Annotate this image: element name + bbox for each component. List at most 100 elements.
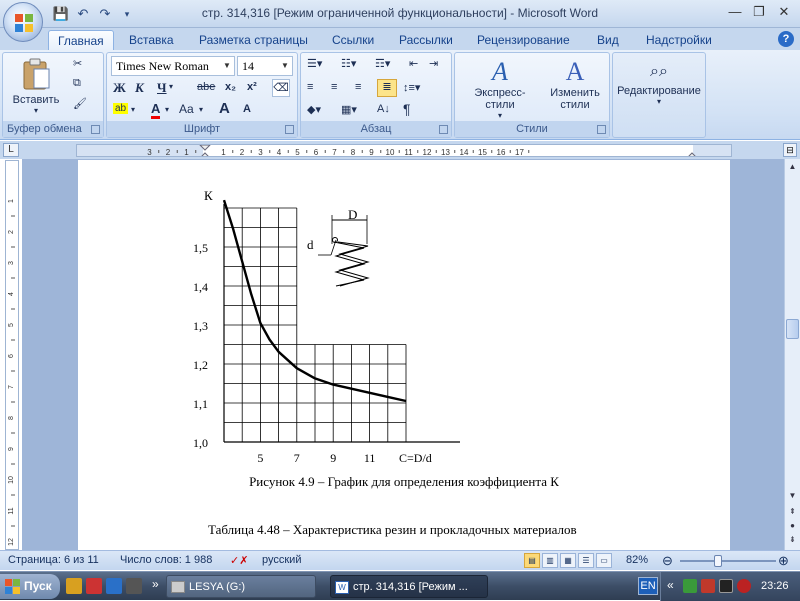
zoom-level[interactable]: 82%: [626, 554, 648, 566]
tray-app-icon[interactable]: [719, 579, 733, 593]
bold-button[interactable]: Ж: [113, 80, 126, 96]
tab-view[interactable]: Вид: [588, 30, 628, 50]
align-left-icon[interactable]: ≡: [307, 81, 313, 93]
antivirus-icon[interactable]: [737, 579, 751, 593]
highlight-dropdown-icon[interactable]: ▾: [131, 105, 135, 114]
underline-button[interactable]: Ч: [157, 80, 167, 96]
tab-references[interactable]: Ссылки: [323, 30, 383, 50]
cut-icon[interactable]: ✂: [73, 57, 82, 70]
paste-dropdown-icon[interactable]: ▾: [11, 106, 61, 115]
full-screen-reading-icon[interactable]: ▥: [542, 553, 558, 568]
increase-indent-icon[interactable]: ⇥: [429, 57, 438, 70]
change-case-dropdown-icon[interactable]: ▾: [199, 105, 203, 114]
office-button[interactable]: [3, 2, 43, 42]
minimize-button[interactable]: —: [724, 3, 746, 23]
tab-mailings[interactable]: Рассылки: [390, 30, 462, 50]
tray-app-icon[interactable]: [701, 579, 715, 593]
align-center-icon[interactable]: ≡: [331, 81, 337, 93]
font-size-combo[interactable]: 14 ▼: [237, 56, 293, 76]
shading-icon[interactable]: ◆▾: [307, 103, 321, 116]
superscript-button[interactable]: x²: [247, 81, 257, 93]
zoom-in-icon[interactable]: ⊕: [778, 553, 789, 569]
language-indicator[interactable]: русский: [262, 554, 301, 566]
task-lesya-drive[interactable]: LESYA (G:): [166, 575, 316, 598]
change-styles-button[interactable]: A Изменить стили: [545, 57, 605, 111]
quick-launch-icon[interactable]: [66, 578, 82, 594]
clear-formatting-icon[interactable]: ⌫: [272, 79, 290, 97]
decrease-indent-icon[interactable]: ⇤: [409, 57, 418, 70]
start-button[interactable]: Пуск: [0, 574, 60, 599]
font-color-dropdown-icon[interactable]: ▾: [165, 105, 169, 114]
task-word-document[interactable]: W стр. 314,316 [Режим ...: [330, 575, 488, 598]
underline-dropdown-icon[interactable]: ▾: [169, 82, 173, 91]
restore-button[interactable]: ❐: [748, 3, 770, 23]
format-painter-icon[interactable]: 🖌: [73, 97, 87, 110]
tab-home[interactable]: Главная: [48, 30, 114, 50]
font-color-icon[interactable]: A: [151, 101, 161, 119]
vertical-ruler[interactable]: 1 2 3 4 5 6 7 8 9 10 11 12: [5, 160, 19, 550]
line-spacing-icon[interactable]: ↕≡▾: [403, 81, 420, 94]
horizontal-ruler[interactable]: 3 2 1 1 2 3 4 5 6 7 8 9 10 11 12 13 14 15 16 17: [76, 144, 732, 157]
quick-launch-icon[interactable]: [86, 578, 102, 594]
help-icon[interactable]: ?: [778, 31, 794, 47]
view-ruler-icon[interactable]: ⊟: [783, 143, 797, 157]
strikethrough-button[interactable]: abe: [197, 81, 215, 93]
web-layout-icon[interactable]: ▦: [560, 553, 576, 568]
browse-object-icon[interactable]: ●: [786, 519, 799, 533]
next-page-icon[interactable]: ⇟: [786, 533, 799, 547]
vertical-scrollbar[interactable]: ▲ ▼ ⇞ ● ⇟: [784, 159, 800, 550]
zoom-out-icon[interactable]: ⊖: [662, 553, 673, 569]
font-name-combo[interactable]: Times New Roman ▼: [111, 56, 235, 76]
quick-launch-icon[interactable]: [106, 578, 122, 594]
zoom-slider-thumb[interactable]: [714, 555, 722, 567]
scroll-down-icon[interactable]: ▼: [786, 489, 799, 503]
grow-font-button[interactable]: A: [219, 100, 230, 117]
justify-icon[interactable]: ≣: [377, 79, 397, 97]
tab-review[interactable]: Рецензирование: [468, 30, 579, 50]
shrink-font-button[interactable]: A: [243, 103, 251, 115]
borders-icon[interactable]: ▦▾: [341, 103, 357, 116]
chevron-down-icon[interactable]: ▼: [221, 58, 233, 74]
chevron-down-icon[interactable]: ▼: [279, 58, 291, 74]
italic-button[interactable]: К: [135, 80, 144, 96]
print-layout-icon[interactable]: ▤: [524, 553, 540, 568]
language-bar[interactable]: EN: [638, 577, 658, 595]
outline-icon[interactable]: ☰: [578, 553, 594, 568]
change-case-button[interactable]: Aa: [179, 102, 194, 116]
close-button[interactable]: ✕: [772, 3, 796, 23]
editing-button[interactable]: ⌕⌕ Редактирование ▾: [615, 59, 703, 106]
zoom-slider-track[interactable]: [680, 560, 776, 562]
styles-launcher-icon[interactable]: [597, 125, 606, 134]
numbering-icon[interactable]: ☷▾: [341, 57, 356, 70]
bullets-icon[interactable]: ☰▾: [307, 57, 322, 70]
tray-app-icon[interactable]: [683, 579, 697, 593]
tab-insert[interactable]: Вставка: [120, 30, 183, 50]
tab-addins[interactable]: Надстройки: [637, 30, 721, 50]
paragraph-launcher-icon[interactable]: [439, 125, 448, 134]
clipboard-launcher-icon[interactable]: [91, 125, 100, 134]
quick-launch-icon[interactable]: [126, 578, 142, 594]
draft-icon[interactable]: ▭: [596, 553, 612, 568]
scroll-up-icon[interactable]: ▲: [786, 160, 799, 174]
highlight-icon[interactable]: ab: [113, 103, 129, 114]
chevron-down-icon[interactable]: ▾: [615, 97, 703, 106]
document-page[interactable]: К 1,0 1,1 1,2 1,3 1,4 1,5 5 7 9 11 C=D/d Dd Рисунок …: [78, 160, 730, 550]
align-right-icon[interactable]: ≡: [355, 81, 361, 93]
word-count[interactable]: Число слов: 1 988: [120, 554, 212, 566]
chevron-down-icon[interactable]: ▾: [461, 111, 539, 120]
font-launcher-icon[interactable]: [285, 125, 294, 134]
tab-page-layout[interactable]: Разметка страницы: [190, 30, 317, 50]
subscript-button[interactable]: x₂: [225, 81, 236, 93]
tab-stop-selector[interactable]: L: [3, 143, 19, 157]
previous-page-icon[interactable]: ⇞: [786, 505, 799, 519]
quick-styles-button[interactable]: A Экспресс-стили ▾: [461, 57, 539, 120]
page-indicator[interactable]: Страница: 6 из 11: [8, 554, 99, 566]
scroll-thumb[interactable]: [786, 319, 799, 339]
copy-icon[interactable]: ⧉: [73, 77, 81, 90]
paste-button[interactable]: Вставить ▾: [11, 57, 61, 115]
quick-launch-more-icon[interactable]: »: [152, 577, 159, 591]
tray-expand-icon[interactable]: «: [667, 578, 674, 592]
spelling-status-icon[interactable]: ✓✗: [230, 554, 248, 567]
show-marks-button[interactable]: ¶: [403, 101, 411, 117]
sort-icon[interactable]: A↓: [377, 103, 390, 115]
